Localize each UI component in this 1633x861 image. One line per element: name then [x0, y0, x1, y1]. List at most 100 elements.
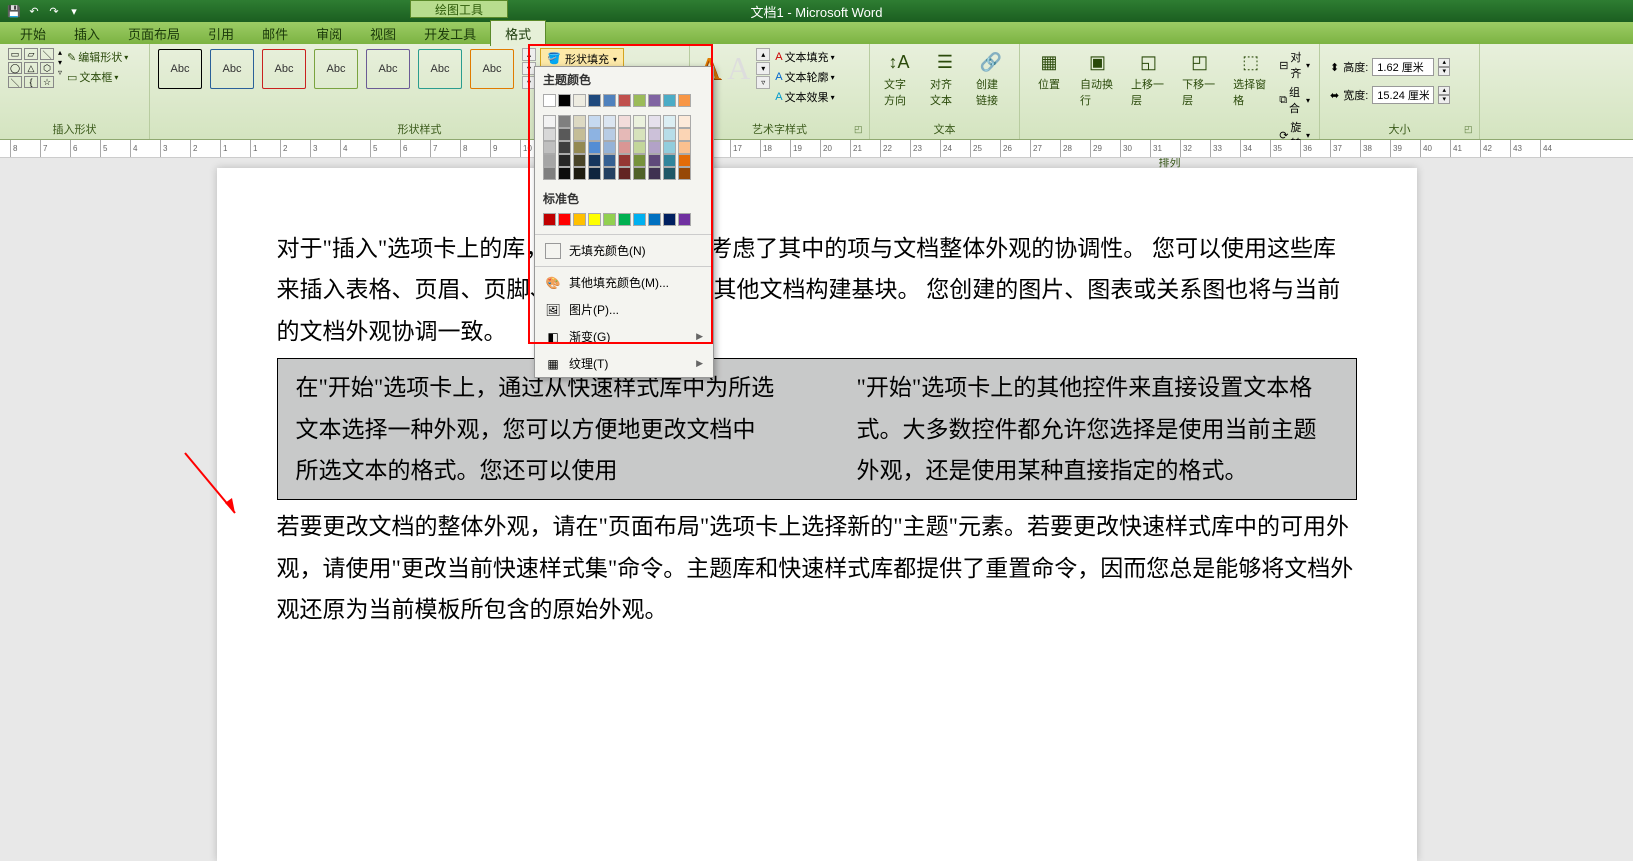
text-fill-button[interactable]: A文本填充▾: [774, 48, 835, 66]
style-preset[interactable]: Abc: [262, 49, 306, 89]
color-swatch[interactable]: [558, 154, 571, 167]
color-swatch[interactable]: [633, 94, 646, 107]
texture-fill-item[interactable]: ▦纹理(T)▶: [535, 350, 713, 377]
spin-down-icon[interactable]: ▾: [1438, 67, 1450, 76]
shape-style-gallery[interactable]: Abc Abc Abc Abc Abc Abc Abc ▴ ▾ ▿: [158, 48, 536, 89]
color-swatch[interactable]: [558, 167, 571, 180]
color-swatch[interactable]: [648, 154, 661, 167]
width-input[interactable]: [1372, 86, 1434, 104]
tab-insert[interactable]: 插入: [60, 21, 114, 46]
text-direction-button[interactable]: ↕A文字方向: [878, 48, 920, 110]
color-swatch[interactable]: [648, 94, 661, 107]
color-swatch[interactable]: [663, 167, 676, 180]
undo-icon[interactable]: ↶: [26, 3, 42, 19]
color-swatch[interactable]: [573, 141, 586, 154]
color-swatch[interactable]: [618, 213, 631, 226]
color-swatch[interactable]: [633, 167, 646, 180]
color-swatch[interactable]: [573, 154, 586, 167]
color-swatch[interactable]: [573, 128, 586, 141]
dialog-launcher-icon[interactable]: ◰: [1464, 124, 1476, 136]
color-swatch[interactable]: [633, 213, 646, 226]
color-swatch[interactable]: [543, 94, 556, 107]
color-swatch[interactable]: [558, 141, 571, 154]
color-swatch[interactable]: [663, 213, 676, 226]
color-swatch[interactable]: [678, 141, 691, 154]
text-outline-button[interactable]: A文本轮廓▾: [774, 68, 835, 86]
color-swatch[interactable]: [678, 128, 691, 141]
color-swatch[interactable]: [678, 94, 691, 107]
shapes-gallery-mini[interactable]: ▭▱＼ ◯△⬡ ＼{☆: [8, 48, 54, 88]
color-swatch[interactable]: [603, 167, 616, 180]
color-swatch[interactable]: [543, 141, 556, 154]
style-preset[interactable]: Abc: [366, 49, 410, 89]
spin-up-icon[interactable]: ▴: [1438, 86, 1450, 95]
color-swatch[interactable]: [678, 154, 691, 167]
color-swatch[interactable]: [588, 115, 601, 128]
text-effects-button[interactable]: A文本效果▾: [774, 88, 835, 106]
tab-review[interactable]: 审阅: [302, 21, 356, 46]
color-swatch[interactable]: [603, 213, 616, 226]
color-swatch[interactable]: [663, 128, 676, 141]
color-swatch[interactable]: [588, 167, 601, 180]
color-swatch[interactable]: [603, 128, 616, 141]
color-swatch[interactable]: [588, 94, 601, 107]
dialog-launcher-icon[interactable]: ◰: [854, 124, 866, 136]
save-icon[interactable]: 💾: [6, 3, 22, 19]
tab-view[interactable]: 视图: [356, 21, 410, 46]
color-swatch[interactable]: [573, 167, 586, 180]
color-swatch[interactable]: [603, 141, 616, 154]
group-button[interactable]: ⧉组合▾: [1278, 83, 1311, 117]
spin-up-icon[interactable]: ▴: [1438, 58, 1450, 67]
color-swatch[interactable]: [558, 94, 571, 107]
shape-column-left[interactable]: 在"开始"选项卡上，通过从快速样式库中为所选文本选择一种外观，您可以方便地更改文…: [296, 367, 777, 491]
color-swatch[interactable]: [603, 115, 616, 128]
picture-fill-item[interactable]: 🖼图片(P)...: [535, 296, 713, 323]
gallery-up-icon[interactable]: ▴: [522, 48, 536, 61]
color-swatch[interactable]: [633, 154, 646, 167]
position-button[interactable]: ▦位置: [1028, 48, 1070, 94]
tab-format[interactable]: 格式: [490, 20, 546, 46]
color-swatch[interactable]: [588, 154, 601, 167]
color-swatch[interactable]: [588, 128, 601, 141]
align-text-button[interactable]: ☰对齐文本: [924, 48, 966, 110]
color-swatch[interactable]: [618, 94, 631, 107]
tab-references[interactable]: 引用: [194, 21, 248, 46]
color-swatch[interactable]: [543, 154, 556, 167]
color-swatch[interactable]: [558, 128, 571, 141]
color-swatch[interactable]: [618, 128, 631, 141]
gallery-up-icon[interactable]: ▴: [756, 48, 770, 61]
color-swatch[interactable]: [678, 115, 691, 128]
tab-page-layout[interactable]: 页面布局: [114, 21, 194, 46]
color-swatch[interactable]: [588, 213, 601, 226]
paragraph[interactable]: 对于"插入"选项卡上的库，在设计时都充分考虑了其中的项与文档整体外观的协调性。 …: [277, 228, 1357, 352]
color-swatch[interactable]: [543, 115, 556, 128]
style-preset[interactable]: Abc: [158, 49, 202, 89]
color-swatch[interactable]: [543, 128, 556, 141]
color-swatch[interactable]: [573, 94, 586, 107]
style-preset[interactable]: Abc: [418, 49, 462, 89]
color-swatch[interactable]: [663, 115, 676, 128]
paragraph[interactable]: 若要更改文档的整体外观，请在"页面布局"选项卡上选择新的"主题"元素。若要更改快…: [277, 506, 1357, 630]
tab-home[interactable]: 开始: [6, 21, 60, 46]
tab-developer[interactable]: 开发工具: [410, 21, 490, 46]
color-swatch[interactable]: [573, 213, 586, 226]
color-swatch[interactable]: [543, 213, 556, 226]
gallery-down-icon[interactable]: ▾: [756, 62, 770, 75]
color-swatch[interactable]: [663, 141, 676, 154]
tab-mailings[interactable]: 邮件: [248, 21, 302, 46]
color-swatch[interactable]: [633, 141, 646, 154]
align-button[interactable]: ⊟对齐▾: [1278, 48, 1311, 82]
color-swatch[interactable]: [663, 154, 676, 167]
page[interactable]: 对于"插入"选项卡上的库，在设计时都充分考虑了其中的项与文档整体外观的协调性。 …: [217, 168, 1417, 861]
horizontal-ruler[interactable]: 8765432112345678910111213141516171819202…: [0, 140, 1633, 158]
height-input[interactable]: [1372, 58, 1434, 76]
style-preset[interactable]: Abc: [210, 49, 254, 89]
color-swatch[interactable]: [633, 115, 646, 128]
color-swatch[interactable]: [603, 94, 616, 107]
bring-forward-button[interactable]: ◱上移一层: [1125, 48, 1172, 110]
color-swatch[interactable]: [618, 167, 631, 180]
no-fill-item[interactable]: 无填充颜色(N): [535, 237, 713, 264]
color-swatch[interactable]: [543, 167, 556, 180]
color-swatch[interactable]: [678, 167, 691, 180]
gallery-more-icon[interactable]: ▿: [756, 76, 770, 89]
